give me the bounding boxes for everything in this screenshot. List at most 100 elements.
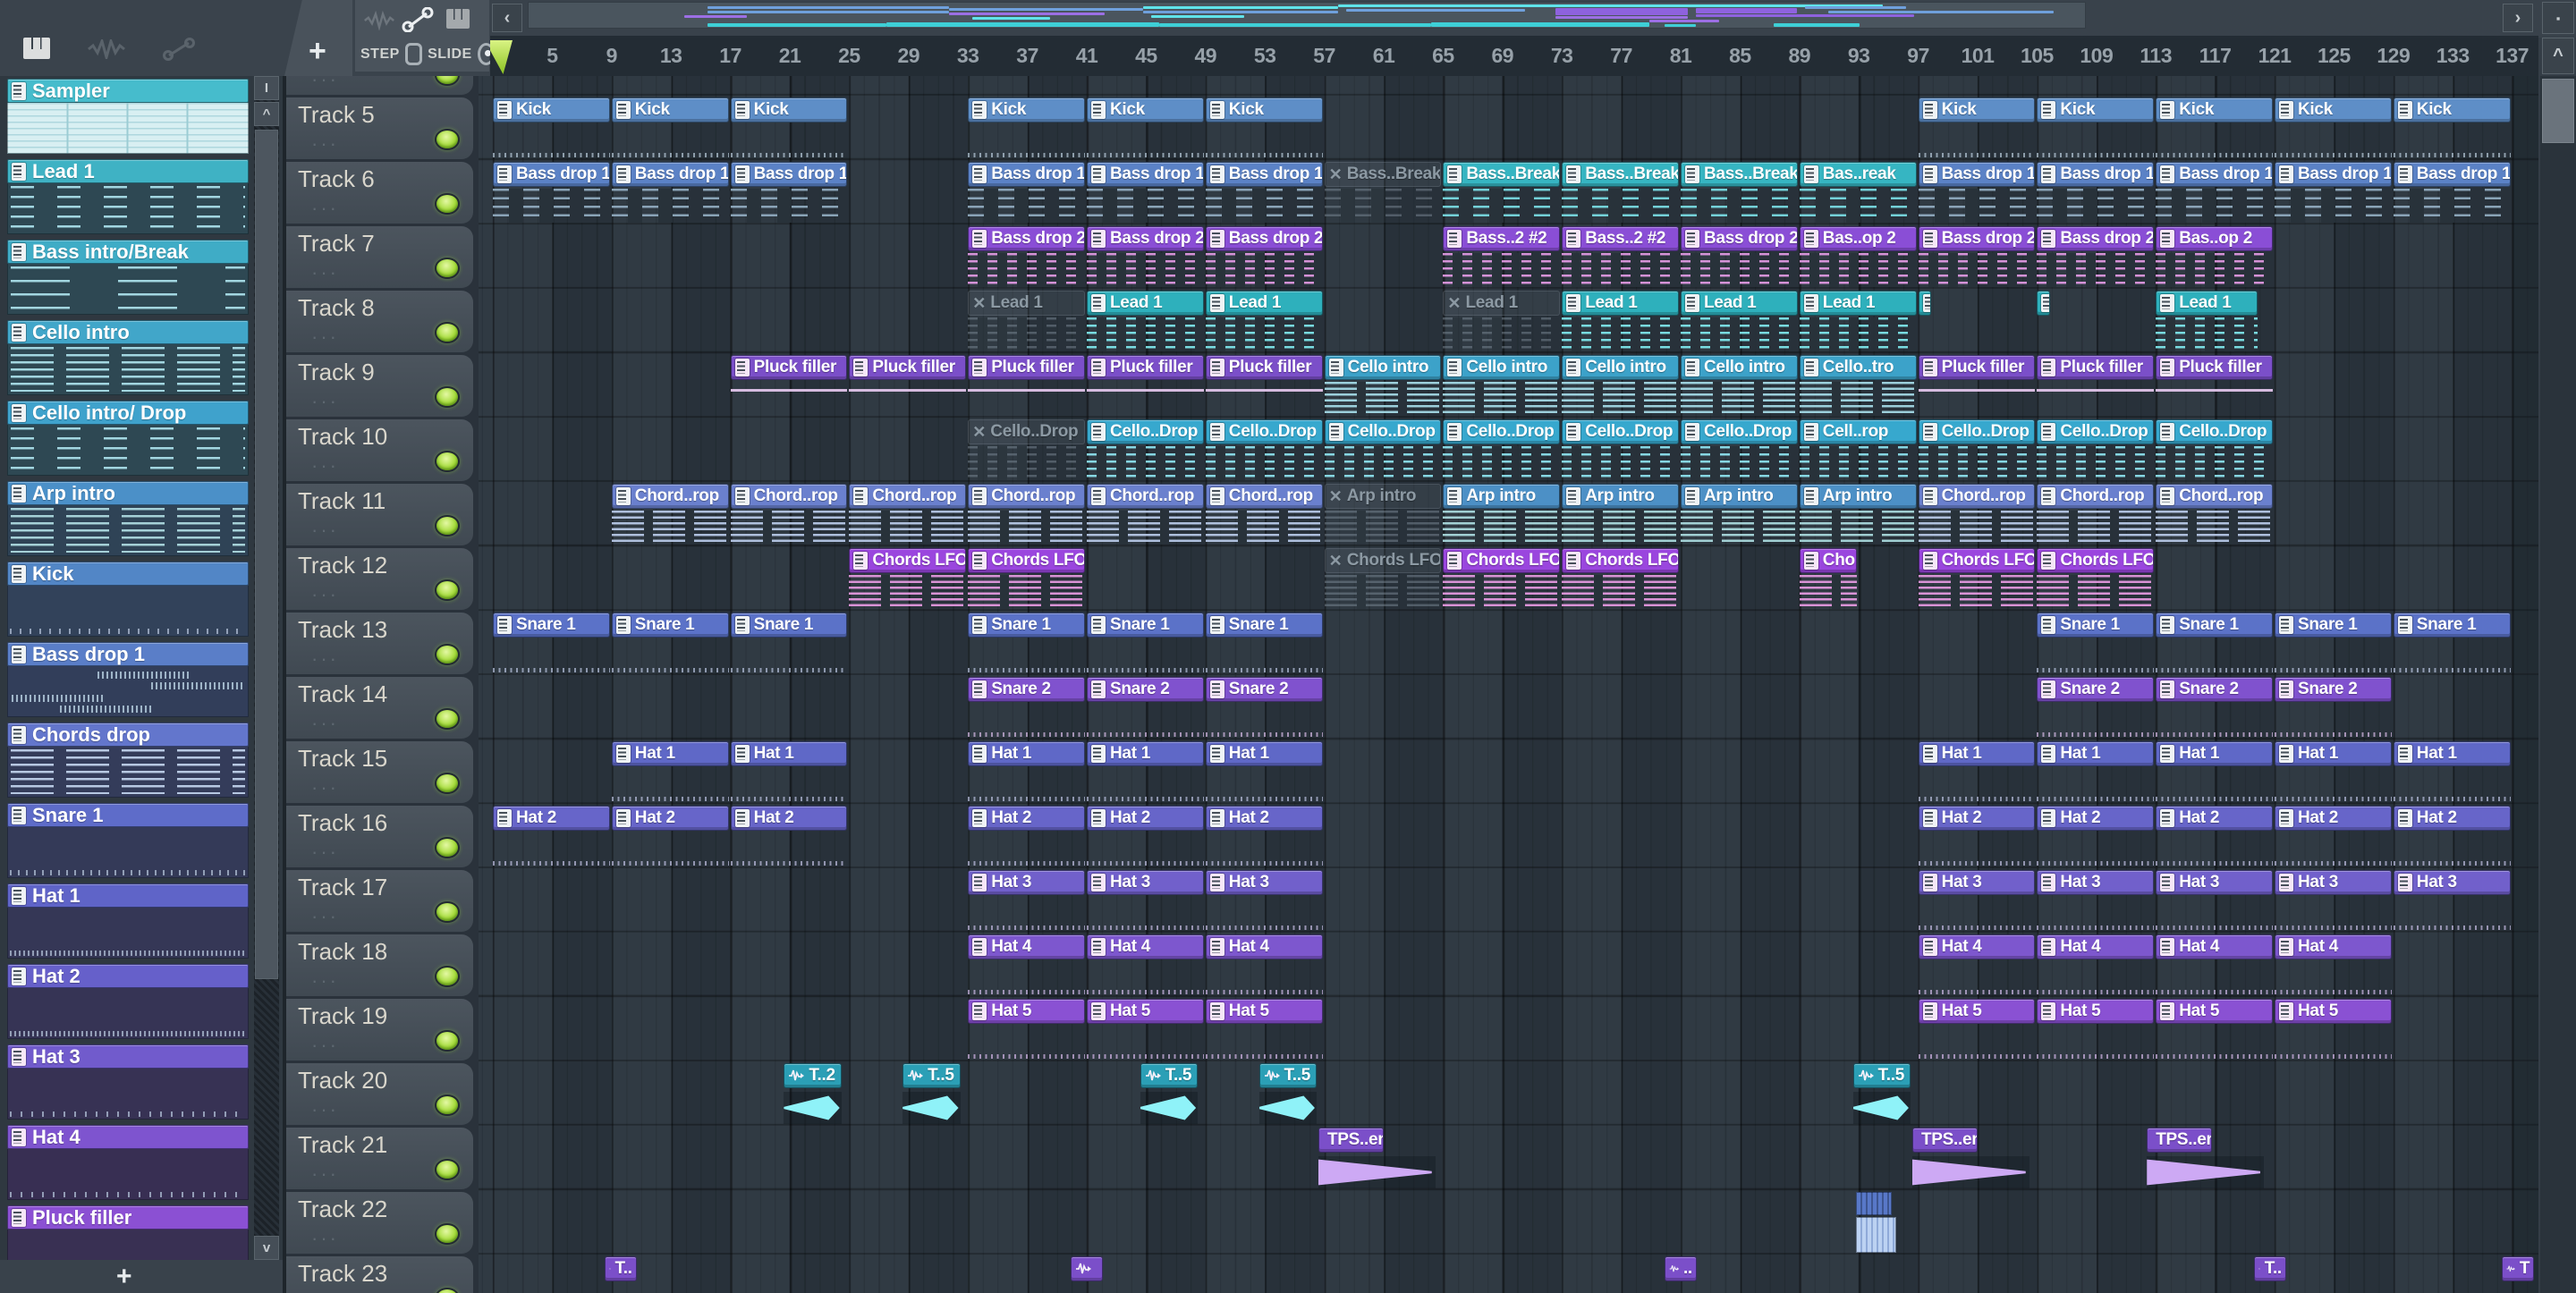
clip-t-5[interactable]: T..5 — [1258, 1063, 1317, 1088]
pattern-card-header[interactable]: Cello intro — [7, 320, 249, 344]
clip-chord-rop[interactable]: Chord..rop — [849, 484, 967, 509]
pattern-card[interactable]: Bass drop 1 — [7, 642, 249, 717]
pattern-card-header[interactable]: Arp intro — [7, 481, 249, 505]
clip-arp-intro[interactable]: Arp intro — [1681, 484, 1798, 509]
clip-cello-drop[interactable]: Cello..Drop — [1205, 419, 1323, 444]
ghost-clip[interactable]: ✕ Arp intro — [1324, 484, 1442, 509]
clip-hat-4[interactable]: Hat 4 — [1205, 934, 1323, 959]
clip-hat-3[interactable]: Hat 3 — [968, 870, 1085, 895]
clip-hat-1[interactable]: Hat 1 — [611, 741, 729, 766]
clip-hat-1[interactable]: Hat 1 — [1087, 741, 1204, 766]
clip-bass-drop-2[interactable]: Bass drop 2 — [1681, 226, 1798, 251]
clip-kick[interactable]: Kick — [1205, 97, 1323, 123]
clip-hat-3[interactable]: Hat 3 — [1087, 870, 1204, 895]
striped-clip[interactable] — [1855, 1217, 1896, 1253]
clip-hat-4[interactable]: Hat 4 — [1087, 934, 1204, 959]
minimap-scroll-right-button[interactable]: › — [2503, 4, 2533, 32]
track-header[interactable]: Track 5 ··· — [286, 97, 473, 159]
clip-snare-1[interactable]: Snare 1 — [2393, 613, 2511, 638]
clip-hat-2[interactable]: Hat 2 — [493, 806, 610, 831]
scroll-up-button[interactable]: ^ — [2542, 38, 2574, 74]
track-mute-led[interactable] — [435, 1030, 460, 1052]
pattern-card-header[interactable]: Hat 3 — [7, 1044, 249, 1069]
track-header[interactable]: Track 13 ··· — [286, 613, 473, 674]
slide-icon[interactable] — [163, 38, 195, 61]
piano-icon[interactable] — [23, 38, 50, 59]
clip-kick[interactable]: Kick — [2156, 97, 2273, 123]
clip-cello-intro[interactable]: Cello intro — [1443, 355, 1561, 380]
clip-bass-drop-1[interactable]: Bass drop 1 — [730, 162, 848, 187]
track-mute-led[interactable] — [435, 1288, 460, 1293]
clip-hat-1[interactable]: Hat 1 — [2393, 741, 2511, 766]
clip-bass-drop-1[interactable]: Bass drop 1 — [2037, 162, 2155, 187]
clip-small[interactable] — [1070, 1256, 1103, 1281]
timeline-ruler[interactable]: 5 9 13 17 21 25 29 33 37 41 45 49 53 57 61 65 69 73 77 81 85… — [490, 36, 2538, 78]
clip-chords-lfo[interactable]: Chords LFO — [849, 548, 967, 573]
clip-t-[interactable]: T.. — [2253, 1256, 2286, 1281]
clip-cello-drop[interactable]: Cello..Drop — [2156, 419, 2273, 444]
pattern-card-header[interactable]: Snare 1 — [7, 803, 249, 827]
clip-tps-er-09[interactable]: TPS..er 09 — [1911, 1128, 1978, 1153]
clip-hat-4[interactable]: Hat 4 — [1918, 934, 2036, 959]
clip-bass-drop-1[interactable]: Bass drop 1 — [1205, 162, 1323, 187]
clip-bass-drop-1[interactable]: Bass drop 1 — [2275, 162, 2392, 187]
track-mute-led[interactable] — [435, 644, 460, 665]
track-header[interactable]: Track 15 ··· — [286, 741, 473, 803]
track-mute-led[interactable] — [435, 76, 460, 86]
clip-cello-drop[interactable]: Cello..Drop — [1087, 419, 1204, 444]
clip-cello-drop[interactable]: Cello..Drop — [1918, 419, 2036, 444]
clip-chords-lfo[interactable]: Chords LFO — [1443, 548, 1561, 573]
clip-hat-2[interactable]: Hat 2 — [2037, 806, 2155, 831]
clip-arp-intro[interactable]: Arp intro — [1562, 484, 1679, 509]
clip-hat-5[interactable]: Hat 5 — [1918, 999, 2036, 1024]
clip-hat-1[interactable]: Hat 1 — [730, 741, 848, 766]
clip-lead-1[interactable]: Lead 1 — [1087, 291, 1204, 316]
pattern-card[interactable]: Arp intro — [7, 481, 249, 556]
track-header[interactable]: Track 7 ··· — [286, 226, 473, 288]
pattern-card[interactable]: Hat 2 — [7, 964, 249, 1039]
track-header[interactable]: Track 18 ··· — [286, 934, 473, 996]
clip-t-5[interactable]: T..5 — [1852, 1063, 1911, 1088]
clip-bass-break[interactable]: Bass..Break — [1681, 162, 1798, 187]
striped-clip[interactable] — [1855, 1192, 1892, 1215]
clip-bass-drop-2[interactable]: Bass drop 2 — [1205, 226, 1323, 251]
pattern-card-header[interactable]: Hat 4 — [7, 1125, 249, 1149]
track-header[interactable]: Track 10 ··· — [286, 419, 473, 481]
clip-lead-1[interactable]: Lead 1 — [1205, 291, 1323, 316]
ghost-clip[interactable]: ✕ Lead 1 — [968, 291, 1085, 316]
ghost-clip[interactable]: ✕ Chords LFO — [1324, 548, 1442, 573]
pattern-card-header[interactable]: Hat 2 — [7, 964, 249, 988]
pattern-card[interactable]: Chords drop — [7, 723, 249, 798]
clip-hat-3[interactable]: Hat 3 — [2393, 870, 2511, 895]
clip-hat-2[interactable]: Hat 2 — [1205, 806, 1323, 831]
track-mute-led[interactable] — [435, 773, 460, 794]
clip-hat-4[interactable]: Hat 4 — [2037, 934, 2155, 959]
clip-pluck-filler[interactable]: Pluck filler — [1087, 355, 1204, 380]
picker-top-button[interactable]: I — [254, 76, 279, 100]
clip-arp-intro[interactable]: Arp intro — [1799, 484, 1917, 509]
clip-hat-3[interactable]: Hat 3 — [1205, 870, 1323, 895]
clip-hat-1[interactable]: Hat 1 — [2156, 741, 2273, 766]
track-header[interactable]: Track 11 ··· — [286, 484, 473, 545]
clip-hat-5[interactable]: Hat 5 — [1205, 999, 1323, 1024]
clip-hat-1[interactable]: Hat 1 — [1918, 741, 2036, 766]
clip-bass-drop-2[interactable]: Bass drop 2 — [2037, 226, 2155, 251]
pattern-card[interactable]: Kick — [7, 562, 249, 637]
clip-snare-1[interactable]: Snare 1 — [2275, 613, 2392, 638]
ghost-clip[interactable]: ✕ Lead 1 — [1443, 291, 1561, 316]
clip-snare-2[interactable]: Snare 2 — [968, 677, 1085, 702]
clip-snare-1[interactable]: Snare 1 — [1087, 613, 1204, 638]
pattern-card-header[interactable]: Pluck filler — [7, 1205, 249, 1230]
clip-kick[interactable]: Kick — [968, 97, 1085, 123]
track-header[interactable]: Track 14 ··· — [286, 677, 473, 739]
track-header[interactable]: Track 17 ··· — [286, 870, 473, 932]
clip-snare-2[interactable]: Snare 2 — [1205, 677, 1323, 702]
clip-snare-1[interactable]: Snare 1 — [2037, 613, 2155, 638]
step-toggle[interactable] — [404, 43, 423, 65]
clip-snare-2[interactable]: Snare 2 — [1087, 677, 1204, 702]
clip-chord-rop[interactable]: Chord..rop — [968, 484, 1085, 509]
clip-cello-drop[interactable]: Cello..Drop — [1324, 419, 1442, 444]
playlist-minimap[interactable] — [528, 2, 2086, 29]
clip-bas-reak[interactable]: Bas..reak — [1799, 162, 1917, 187]
clip-arp-intro[interactable]: Arp intro — [1443, 484, 1561, 509]
